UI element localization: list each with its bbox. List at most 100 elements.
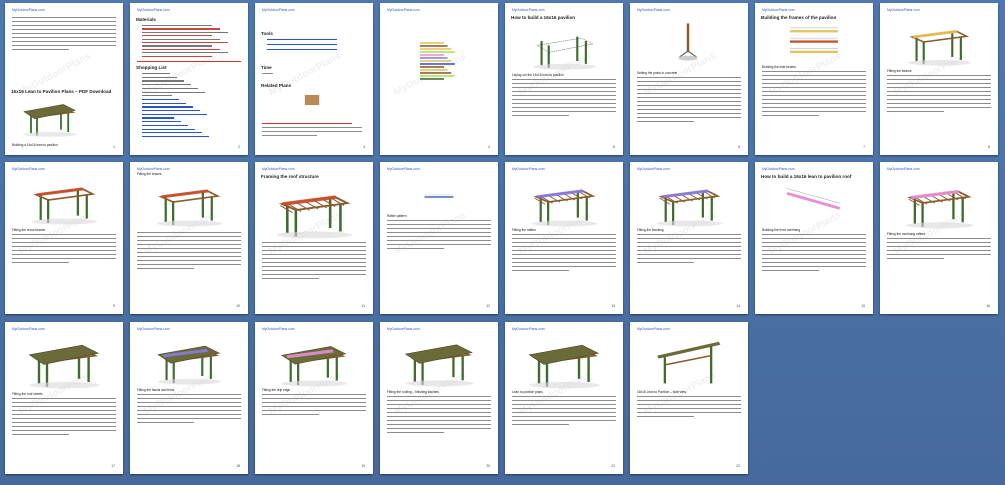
rafter-fit-illustration (531, 189, 598, 227)
header-url[interactable]: MyOutdoorPlans.com (387, 327, 420, 331)
text-line (887, 83, 991, 85)
header-url[interactable]: MyOutdoorPlans.com (262, 327, 295, 331)
document-page[interactable]: MyOutdoorPlans.com MyOutdoorPlans 1 16x16 L… (5, 3, 123, 155)
shopping-item[interactable] (142, 132, 202, 134)
shopping-list-heading: Shopping List (136, 65, 167, 70)
shopping-item[interactable] (142, 110, 200, 112)
document-page[interactable]: MyOutdoorPlans.com MyOutdoorPlans 14 Fittin… (630, 162, 748, 314)
shopping-item[interactable] (142, 98, 179, 101)
header-url[interactable]: MyOutdoorPlans.com (387, 8, 420, 12)
text-line (262, 414, 320, 416)
document-page[interactable]: MyOutdoorPlans.com MyOutdoorPlans 7 Buildin… (755, 3, 873, 155)
document-page[interactable]: MyOutdoorPlans.com MyOutdoorPlans 11 Framin… (255, 162, 373, 314)
shopping-item[interactable] (142, 91, 205, 93)
shopping-item[interactable] (142, 87, 198, 90)
header-url[interactable]: MyOutdoorPlans.com (137, 167, 170, 171)
side-view-illustration (657, 341, 721, 384)
page-heading: Framing the roof structure (261, 174, 319, 179)
text-line (762, 234, 866, 236)
shopping-item[interactable] (142, 84, 191, 86)
materials-item (142, 25, 212, 27)
shopping-item[interactable] (142, 80, 184, 82)
text-line (12, 17, 116, 19)
document-page[interactable]: MyOutdoorPlans.com MyOutdoorPlans 5 How to … (505, 3, 623, 155)
header-url[interactable]: MyOutdoorPlans.com (387, 167, 420, 171)
shopping-item[interactable] (142, 128, 195, 130)
shopping-item[interactable] (142, 117, 174, 119)
header-url[interactable]: MyOutdoorPlans.com (12, 327, 45, 331)
document-page[interactable]: MyOutdoorPlans.com MyOutdoorPlans 17 Fittin… (5, 322, 123, 474)
shopping-item[interactable] (142, 73, 170, 75)
document-page[interactable]: MyOutdoorPlans.com MyOutdoorPlans 13 Fittin… (505, 162, 623, 314)
tool-link[interactable] (267, 49, 337, 51)
header-url[interactable]: MyOutdoorPlans.com (637, 8, 670, 12)
document-page[interactable]: MyOutdoorPlans.com MyOutdoorPlans 8 Fitting… (880, 3, 998, 155)
materials-item (142, 28, 220, 30)
cut-part (420, 51, 455, 53)
header-url[interactable]: MyOutdoorPlans.com (512, 327, 545, 331)
document-page[interactable]: MyOutdoorPlans.com MyOutdoorPlans 12 Rafter… (380, 162, 498, 314)
document-page[interactable]: MyOutdoorPlans.com MyOutdoorPlans 20 Fittin… (380, 322, 498, 474)
text-line (12, 410, 116, 412)
shopping-item[interactable] (142, 113, 207, 115)
header-url[interactable]: MyOutdoorPlans.com (637, 327, 670, 331)
header-url[interactable]: MyOutdoorPlans.com (762, 8, 795, 12)
header-url[interactable]: MyOutdoorPlans.com (762, 167, 795, 171)
text-line (262, 73, 273, 75)
document-page[interactable]: MyOutdoorPlans.com MyOutdoorPlans 4 (380, 3, 498, 155)
shopping-item[interactable] (142, 124, 188, 127)
header-url[interactable]: MyOutdoorPlans.com (137, 327, 170, 331)
text-line (762, 87, 866, 89)
cut-part (420, 69, 448, 71)
ground-shadow (281, 380, 348, 387)
text-line (262, 127, 362, 129)
document-page[interactable]: MyOutdoorPlans.com MyOutdoorPlans 15 How to… (755, 162, 873, 314)
document-page[interactable]: MyOutdoorPlans.com MyOutdoorPlans 21 Lean t… (505, 322, 623, 474)
header-url[interactable]: MyOutdoorPlans.com (12, 8, 45, 12)
text-line (762, 262, 866, 264)
tool-link[interactable] (267, 44, 337, 46)
text-line (12, 45, 116, 47)
document-page[interactable]: MyOutdoorPlans.com MyOutdoorPlans 6 Setting… (630, 3, 748, 155)
header-url[interactable]: MyOutdoorPlans.com (137, 8, 170, 12)
text-line (137, 268, 195, 270)
header-url[interactable]: MyOutdoorPlans.com (887, 8, 920, 12)
tool-link[interactable] (267, 39, 337, 41)
header-url[interactable]: MyOutdoorPlans.com (887, 167, 920, 171)
page-number: 18 (236, 464, 240, 468)
text-line (637, 262, 695, 264)
text-line (12, 246, 116, 248)
shopping-item[interactable] (142, 106, 193, 108)
text-line (762, 242, 866, 244)
text-line (387, 400, 491, 402)
page-number: 3 (363, 145, 365, 149)
document-page[interactable]: MyOutdoorPlans.com MyOutdoorPlans 19 Fittin… (255, 322, 373, 474)
text-line (137, 418, 241, 420)
text-line (637, 105, 741, 107)
text-line (637, 246, 741, 248)
header-url[interactable]: MyOutdoorPlans.com (512, 8, 545, 12)
document-page[interactable]: MyOutdoorPlans.com MyOutdoorPlans 10 Fittin… (130, 162, 248, 314)
figure-caption: Setting the posts in concrete (637, 71, 678, 75)
header-url[interactable]: MyOutdoorPlans.com (262, 8, 295, 12)
header-url[interactable]: MyOutdoorPlans.com (637, 167, 670, 171)
fascia-illustration (157, 345, 221, 385)
document-page[interactable]: MyOutdoorPlans.com MyOutdoorPlans 22 16x16 … (630, 322, 748, 474)
shopping-item[interactable] (142, 95, 172, 97)
header-url[interactable]: MyOutdoorPlans.com (262, 167, 295, 171)
materials-heading: Materials (136, 17, 156, 22)
shopping-item[interactable] (142, 121, 181, 123)
shopping-item[interactable] (142, 76, 177, 78)
document-page[interactable]: MyOutdoorPlans.com MyOutdoorPlans 9 Fitting… (5, 162, 123, 314)
shopping-item[interactable] (142, 102, 186, 104)
header-url[interactable]: MyOutdoorPlans.com (12, 167, 45, 171)
text-line (887, 238, 991, 240)
text-line (762, 250, 866, 252)
page-number: 10 (236, 304, 240, 308)
document-page[interactable]: MyOutdoorPlans.com MyOutdoorPlans 3 Tools Ti… (255, 3, 373, 155)
document-page[interactable]: MyOutdoorPlans.com MyOutdoorPlans 16 Fittin… (880, 162, 998, 314)
document-page[interactable]: MyOutdoorPlans.com MyOutdoorPlans 2 Materia… (130, 3, 248, 155)
header-url[interactable]: MyOutdoorPlans.com (512, 167, 545, 171)
shopping-item[interactable] (142, 135, 209, 138)
document-page[interactable]: MyOutdoorPlans.com MyOutdoorPlans 18 Fittin… (130, 322, 248, 474)
